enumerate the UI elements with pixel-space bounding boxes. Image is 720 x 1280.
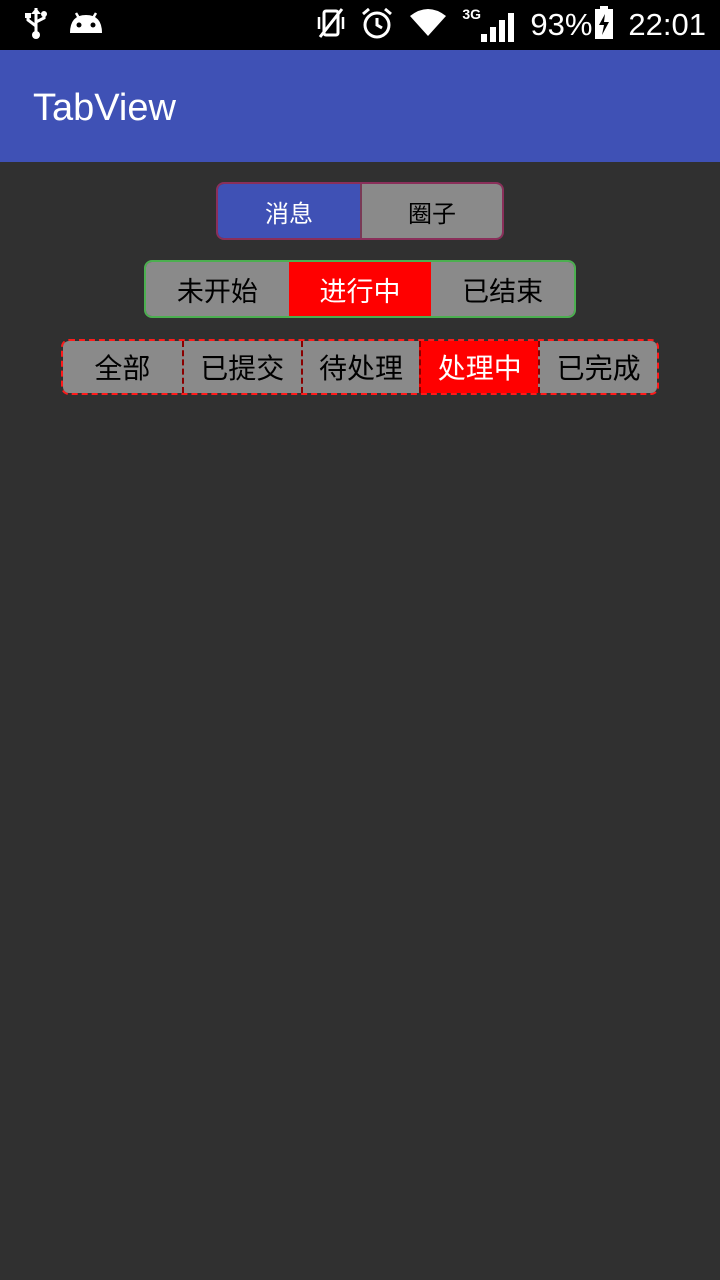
alarm-icon <box>360 6 394 44</box>
android-icon <box>68 9 104 41</box>
tab-group-status: 全部 已提交 待处理 处理中 已完成 <box>61 339 659 395</box>
tab-ended[interactable]: 已结束 <box>431 262 574 316</box>
app-bar: TabView <box>0 50 720 162</box>
battery-charging-icon <box>594 6 614 44</box>
status-bar-left <box>22 8 104 42</box>
tab-pending[interactable]: 待处理 <box>300 341 420 393</box>
status-bar: 3G 93% 22:01 <box>0 0 720 50</box>
battery-indicator: 93% <box>530 6 614 44</box>
tab-not-started[interactable]: 未开始 <box>146 262 289 316</box>
tab-processing[interactable]: 处理中 <box>419 341 539 393</box>
tab-group-category: 消息 圈子 <box>216 182 504 240</box>
clock: 22:01 <box>628 7 706 42</box>
wifi-icon <box>408 8 448 42</box>
battery-percent: 93% <box>530 7 593 42</box>
vibrate-off-icon <box>316 6 346 44</box>
tab-all[interactable]: 全部 <box>63 341 182 393</box>
tab-completed[interactable]: 已完成 <box>538 341 657 393</box>
tab-group-progress: 未开始 进行中 已结束 <box>144 260 576 318</box>
tab-circle[interactable]: 圈子 <box>360 184 502 238</box>
signal-3g-icon: 3G <box>462 6 516 44</box>
tab-in-progress[interactable]: 进行中 <box>288 262 432 316</box>
usb-icon <box>22 6 50 44</box>
network-type-label: 3G <box>462 6 482 22</box>
app-title: TabView <box>33 87 176 129</box>
tab-submitted[interactable]: 已提交 <box>181 341 301 393</box>
status-bar-right: 3G 93% 22:01 <box>316 6 706 44</box>
tab-messages[interactable]: 消息 <box>218 184 360 238</box>
